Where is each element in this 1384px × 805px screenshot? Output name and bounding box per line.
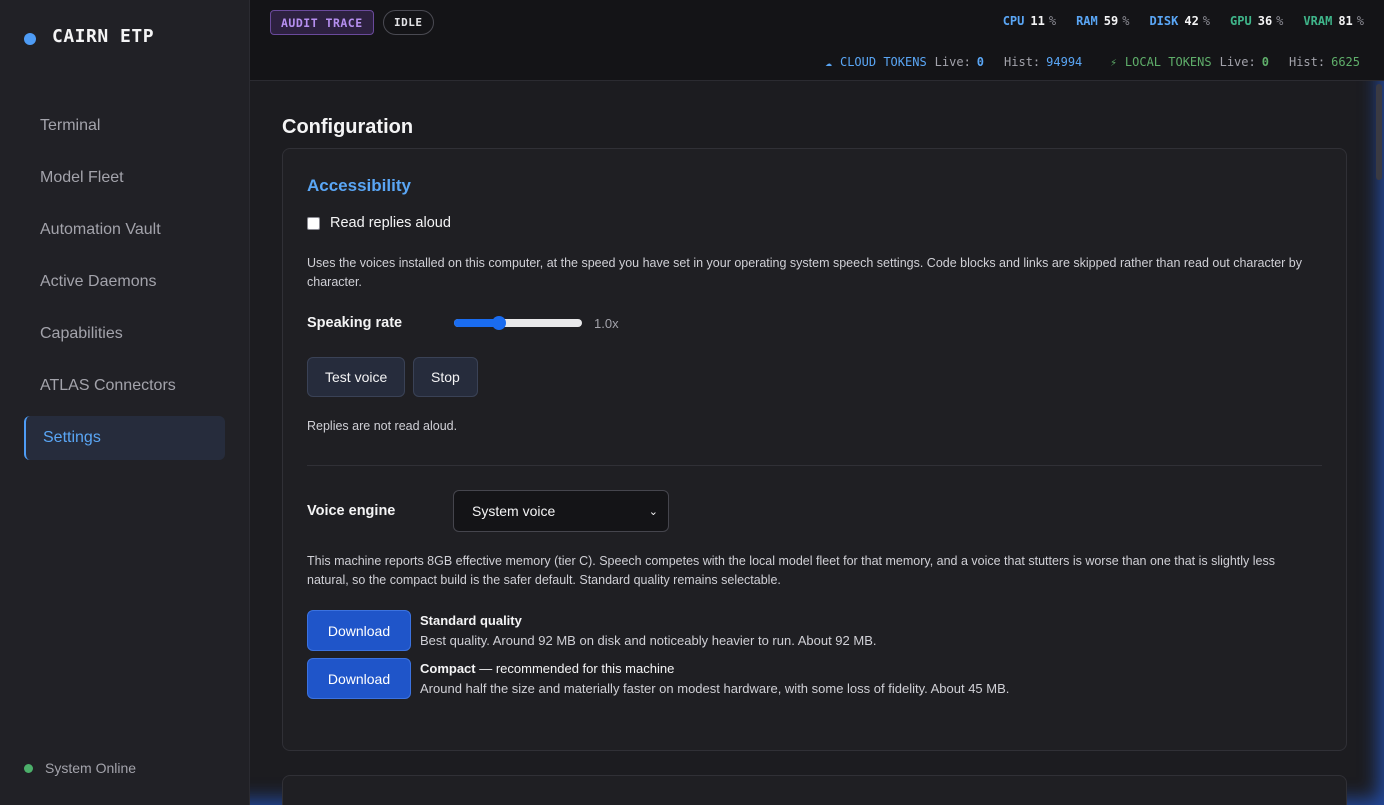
metric-label: CPU	[1002, 14, 1025, 28]
metric-value: 11	[1030, 14, 1045, 28]
local-tokens: ⚡ LOCAL TOKENS Live: 0 Hist: 6625	[1110, 55, 1360, 69]
voice-engine-label: Voice engine	[307, 503, 396, 519]
sidebar-item-settings[interactable]: Settings	[24, 416, 225, 460]
section-title: Accessibility	[307, 176, 411, 195]
bolt-icon: ⚡	[1110, 55, 1117, 69]
metric-label: GPU	[1230, 14, 1252, 28]
download-standard-info: Standard quality Best quality. Around 92…	[420, 612, 876, 650]
system-status: System Online	[24, 760, 136, 776]
speaking-rate-row: Speaking rate 1.0x	[307, 315, 619, 331]
metric-gpu: GPU 36%	[1230, 14, 1283, 28]
cloud-hist-value: 94994	[1046, 55, 1083, 69]
download-standard-button[interactable]: Download	[307, 610, 411, 651]
slider-thumb[interactable]	[491, 316, 506, 330]
voice-engine-selected: System voice	[472, 503, 556, 519]
metric-unit: %	[1202, 14, 1211, 28]
local-live-value: 0	[1261, 55, 1269, 69]
local-tokens-label: LOCAL TOKENS	[1124, 55, 1212, 69]
local-hist-value: 6625	[1331, 55, 1360, 69]
metric-value: 59	[1103, 14, 1119, 28]
metric-cpu: CPU 11%	[1003, 14, 1056, 28]
metric-label: DISK	[1149, 14, 1179, 28]
metric-vram: VRAM 81%	[1303, 14, 1364, 28]
download-compact-info: Compact — recommended for this machine A…	[420, 660, 1009, 698]
download-title: Standard quality	[420, 612, 876, 630]
metric-label: RAM	[1076, 14, 1098, 28]
metric-unit: %	[1356, 14, 1364, 28]
download-title-suffix: — recommended for this machine	[475, 661, 675, 676]
top-header: AUDIT TRACE IDLE CPU 11% RAM 59% DISK 42% G…	[250, 0, 1384, 81]
speaking-rate-slider[interactable]	[454, 316, 582, 330]
next-settings-card	[282, 775, 1347, 805]
local-live-label: Live:	[1219, 55, 1256, 69]
app-title: CAIRN ETP	[52, 26, 155, 47]
download-title-strong: Standard quality	[420, 613, 522, 628]
metric-unit: %	[1048, 14, 1057, 28]
read-aloud-toggle[interactable]: Read replies aloud	[307, 215, 451, 231]
download-desc: Around half the size and materially fast…	[420, 681, 1010, 696]
download-desc: Best quality. Around 92 MB on disk and n…	[420, 633, 877, 648]
download-title-strong: Compact	[420, 661, 476, 676]
stop-button[interactable]: Stop	[413, 357, 478, 397]
cloud-live-value: 0	[976, 55, 985, 69]
status-dot-icon	[24, 763, 33, 773]
cloud-live-label: Live:	[934, 55, 971, 69]
chevron-down-icon: ⌄	[648, 505, 658, 518]
scrollbar-thumb[interactable]	[1376, 84, 1382, 180]
read-aloud-label: Read replies aloud	[330, 215, 451, 231]
read-aloud-checkbox[interactable]	[307, 216, 320, 230]
main-content: Configuration Accessibility Read replies…	[250, 82, 1384, 805]
local-hist-label: Hist:	[1288, 55, 1326, 69]
read-aloud-status: Replies are not read aloud.	[307, 419, 458, 433]
metric-label: VRAM	[1303, 14, 1333, 28]
speaking-rate-value: 1.0x	[594, 315, 619, 331]
download-compact: Download Compact — recommended for this …	[307, 658, 1009, 699]
voice-engine-row: Voice engine System voice ⌄	[307, 490, 669, 532]
voice-engine-select[interactable]: System voice ⌄	[453, 490, 669, 532]
system-metrics: CPU 11% RAM 59% DISK 42% GPU 36% VRAM 81%	[983, 14, 1364, 28]
audit-trace-button[interactable]: AUDIT TRACE	[270, 10, 374, 35]
metric-unit: %	[1122, 14, 1130, 28]
speaking-rate-label: Speaking rate	[307, 315, 403, 331]
sidebar-item-automation-vault[interactable]: Automation Vault	[24, 208, 225, 252]
memory-note: This machine reports 8GB effective memor…	[307, 554, 1276, 587]
brand: CAIRN ETP	[24, 26, 154, 47]
metric-value: 42	[1184, 14, 1199, 28]
sidebar-item-model-fleet[interactable]: Model Fleet	[24, 156, 225, 200]
download-title: Compact — recommended for this machine	[420, 660, 1009, 678]
sidebar-item-terminal[interactable]: Terminal	[24, 104, 225, 148]
section-divider	[307, 465, 1322, 466]
idle-status-badge: IDLE	[383, 10, 434, 35]
download-compact-button[interactable]: Download	[307, 658, 411, 699]
cloud-tokens-label: CLOUD TOKENS	[839, 55, 927, 69]
sidebar: CAIRN ETP Terminal Model Fleet Automatio…	[0, 0, 250, 805]
sidebar-nav: Terminal Model Fleet Automation Vault Ac…	[24, 104, 225, 468]
app-window: CAIRN ETP Terminal Model Fleet Automatio…	[0, 0, 1384, 805]
test-voice-button[interactable]: Test voice	[307, 357, 406, 397]
system-status-label: System Online	[45, 760, 137, 776]
download-standard: Download Standard quality Best quality. …	[307, 610, 876, 651]
brand-dot-icon	[24, 32, 36, 45]
sidebar-item-active-daemons[interactable]: Active Daemons	[24, 260, 225, 304]
cloud-hist-label: Hist:	[1004, 55, 1041, 69]
sidebar-item-atlas-connectors[interactable]: ATLAS Connectors	[24, 364, 225, 408]
token-counters: ☁ CLOUD TOKENS Live: 0 Hist: 94994 ⚡ LOC…	[797, 55, 1360, 69]
metric-ram: RAM 59%	[1076, 14, 1129, 28]
cloud-icon: ☁	[825, 55, 832, 69]
accessibility-card: Accessibility Read replies aloud Uses th…	[282, 148, 1347, 751]
metric-value: 36	[1257, 14, 1273, 28]
metric-disk: DISK 42%	[1149, 14, 1210, 28]
metric-value: 81	[1338, 14, 1353, 28]
metric-unit: %	[1276, 14, 1284, 28]
main-scrollbar[interactable]	[1374, 0, 1384, 805]
page-title: Configuration	[282, 116, 414, 138]
cloud-tokens: ☁ CLOUD TOKENS Live: 0 Hist: 94994	[825, 55, 1082, 69]
sidebar-item-capabilities[interactable]: Capabilities	[24, 312, 225, 356]
voice-description: Uses the voices installed on this comput…	[307, 256, 1303, 289]
